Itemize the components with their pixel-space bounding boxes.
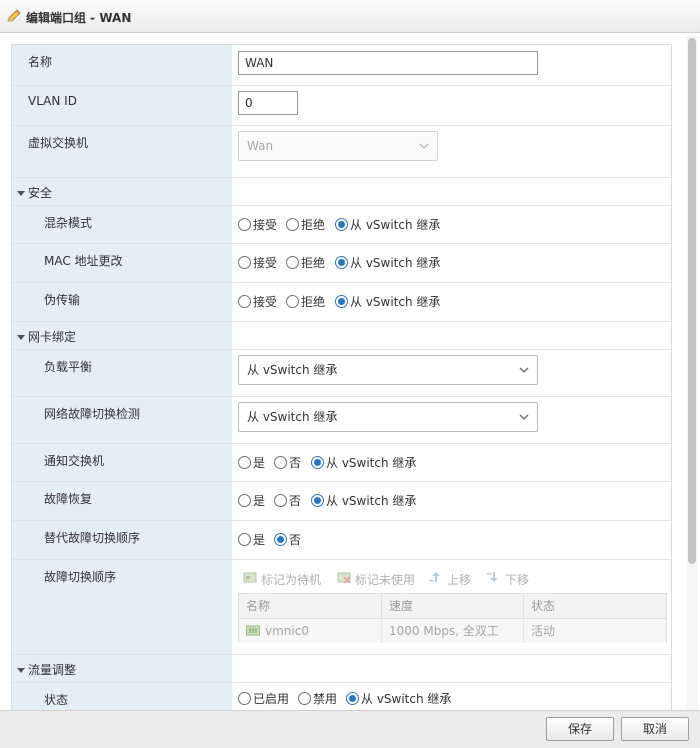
section-nic-teaming[interactable]: 网卡绑定	[12, 322, 671, 350]
mark-unused-button[interactable]: 标记未使用	[355, 571, 415, 588]
load-balancing-label: 负载平衡	[44, 360, 93, 374]
notify-switches-label: 通知交换机	[44, 454, 105, 468]
row-load-balancing: 负载平衡 从 vSwitch 继承	[12, 350, 671, 397]
vlan-id-label: VLAN ID	[28, 94, 77, 108]
override-failover-label: 替代故障切换顺序	[44, 531, 141, 545]
virtual-switch-value: Wan	[247, 139, 274, 153]
traffic-status-label: 状态	[44, 693, 69, 707]
forged-transmits-label: 伪传输	[44, 293, 81, 307]
collapse-triangle-icon	[17, 191, 25, 196]
load-balancing-select[interactable]: 从 vSwitch 继承	[238, 355, 538, 385]
row-override-failover-order: 替代故障切换顺序 是 否	[12, 521, 671, 560]
name-label: 名称	[28, 55, 53, 69]
mark-standby-button[interactable]: 标记为待机	[261, 571, 321, 588]
row-name: 名称 WAN	[12, 45, 671, 86]
promiscuous-mode-label: 混杂模式	[44, 216, 93, 230]
scrollbar-thumb[interactable]	[688, 38, 696, 564]
section-security-title: 安全	[28, 186, 53, 200]
row-failback: 故障恢复 是 否 从 vSwitch 继承	[12, 482, 671, 521]
cancel-button[interactable]: 取消	[621, 717, 689, 741]
move-up-button[interactable]: 上移	[447, 571, 471, 588]
mark-standby-icon	[243, 572, 257, 583]
collapse-triangle-icon	[17, 668, 25, 673]
failover-order-label: 故障切换顺序	[44, 570, 117, 584]
mark-unused-icon	[337, 572, 351, 584]
section-nic-teaming-title: 网卡绑定	[28, 330, 77, 344]
move-down-button[interactable]: 下移	[505, 571, 529, 588]
section-security[interactable]: 安全	[12, 178, 671, 206]
mac-changes-label: MAC 地址更改	[44, 254, 123, 268]
dialog-title: 编辑端口组 - WAN	[26, 11, 132, 25]
name-input[interactable]: WAN	[238, 51, 538, 75]
column-header-name[interactable]: 名称	[239, 594, 382, 619]
table-row-speed-cell: 1000 Mbps, 全双工	[382, 619, 524, 643]
section-traffic-shaping[interactable]: 流量调整	[12, 655, 671, 683]
row-mac-address-changes: MAC 地址更改 接受 拒绝 从 vSwitch 继承	[12, 244, 671, 283]
row-vlan-id: VLAN ID 0	[12, 86, 671, 126]
settings-panel: 名称 WAN VLAN ID 0 虚拟交换机 Wan 安全 混杂模式 接受 拒绝…	[11, 44, 672, 710]
table-row-name-cell[interactable]: vmnic0	[239, 619, 382, 643]
virtual-switch-select: Wan	[238, 131, 438, 161]
column-header-speed[interactable]: 速度	[382, 594, 524, 619]
virtual-switch-label: 虚拟交换机	[28, 136, 89, 150]
save-button[interactable]: 保存	[546, 717, 614, 741]
row-forged-transmits: 伪传输 接受 拒绝 从 vSwitch 继承	[12, 283, 671, 322]
move-up-icon	[429, 572, 440, 582]
dialog-footer: 保存 取消	[0, 710, 700, 748]
vertical-scrollbar[interactable]	[686, 36, 698, 710]
chevron-down-icon	[519, 414, 529, 420]
chevron-down-icon	[519, 367, 529, 373]
row-virtual-switch: 虚拟交换机 Wan	[12, 126, 671, 178]
table-row-status-cell: 活动	[524, 619, 666, 643]
failback-label: 故障恢复	[44, 492, 93, 506]
row-failure-detection: 网络故障切换检测 从 vSwitch 继承	[12, 397, 671, 444]
chevron-down-icon	[419, 143, 429, 149]
edit-pencil-icon	[7, 9, 21, 22]
section-traffic-shaping-title: 流量调整	[28, 663, 77, 677]
vlan-id-input[interactable]: 0	[238, 91, 298, 115]
nic-icon	[246, 625, 260, 636]
move-down-icon	[487, 572, 498, 582]
row-traffic-shaping-status: 状态 已启用 禁用 从 vSwitch 继承	[44, 692, 452, 707]
failover-order-table: 名称 速度 状态 vmnic0 1000 Mbps, 全双工 活动	[238, 593, 667, 643]
failure-detection-label: 网络故障切换检测	[44, 407, 141, 421]
column-header-status[interactable]: 状态	[524, 594, 666, 619]
collapse-triangle-icon	[17, 335, 25, 340]
dialog-titlebar: 编辑端口组 - WAN	[0, 0, 700, 33]
failure-detection-select[interactable]: 从 vSwitch 继承	[238, 402, 538, 432]
row-promiscuous-mode: 混杂模式 接受 拒绝 从 vSwitch 继承	[12, 206, 671, 244]
row-notify-switches: 通知交换机 是 否 从 vSwitch 继承	[12, 444, 671, 482]
